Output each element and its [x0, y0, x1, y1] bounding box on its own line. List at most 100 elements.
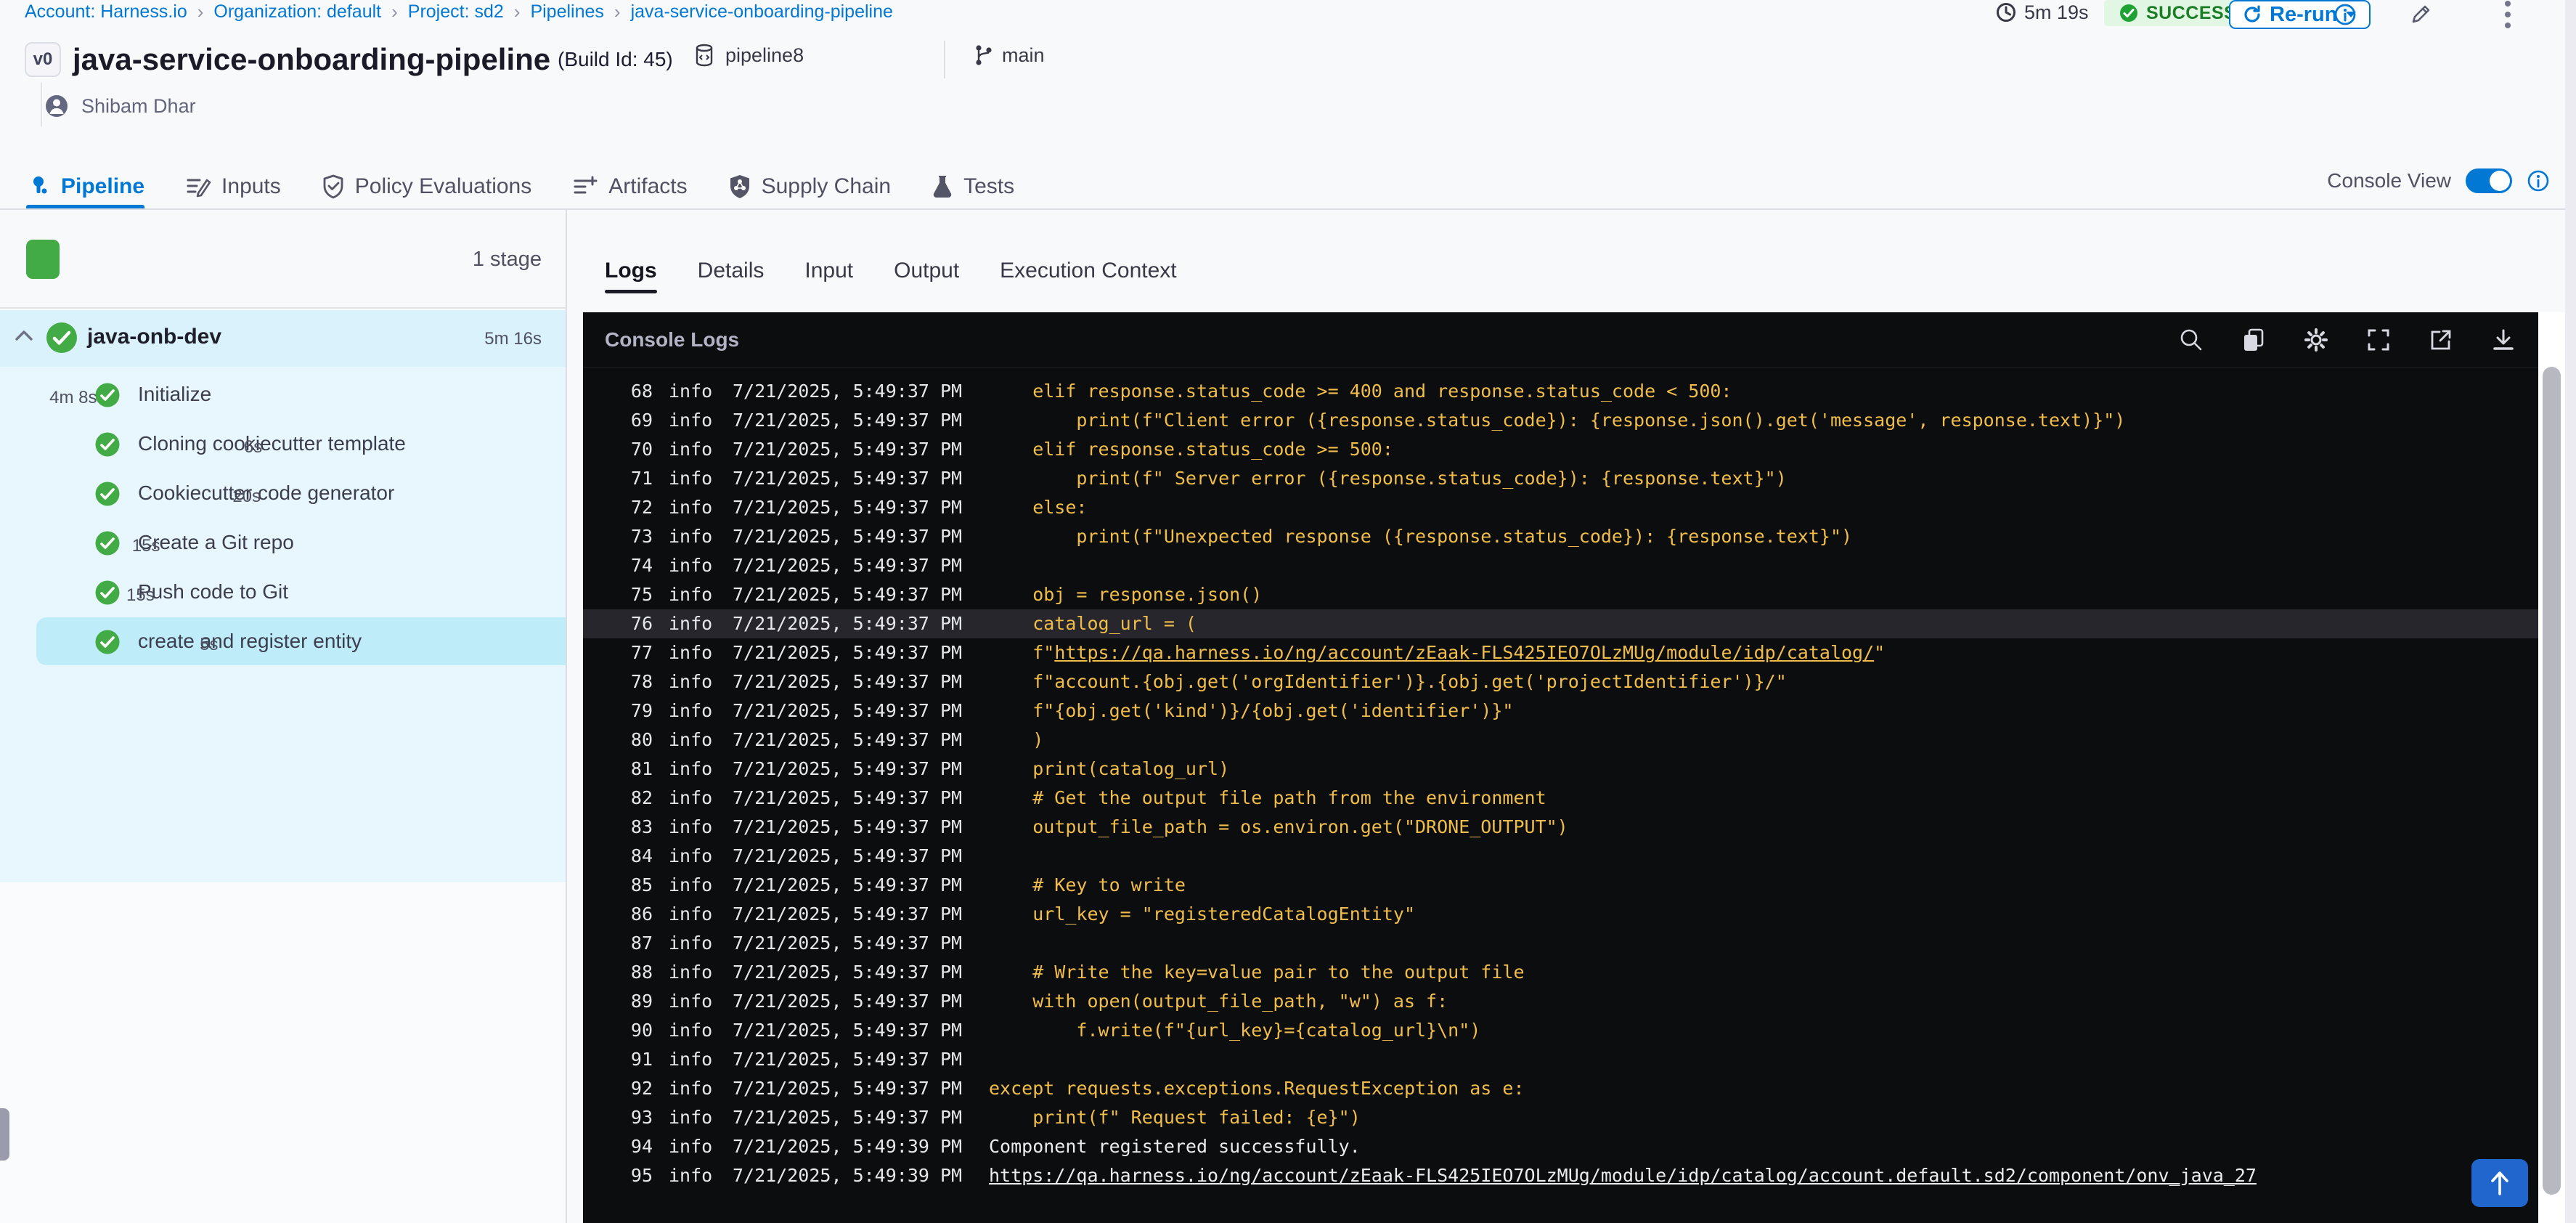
- step-name: Cloning cookiecutter template: [138, 432, 406, 455]
- log-level: info: [669, 729, 713, 750]
- log-line-number: 74: [630, 555, 653, 576]
- log-timestamp: 7/21/2025, 5:49:39 PM: [733, 1165, 963, 1186]
- log-timestamp: 7/21/2025, 5:49:37 PM: [733, 584, 963, 605]
- tab-label: Details: [697, 259, 765, 283]
- log-line-number: 89: [630, 991, 653, 1012]
- info-icon[interactable]: [2527, 169, 2550, 192]
- console-scrollbar-thumb[interactable]: [2543, 367, 2561, 1195]
- step-row-push-code-to-git[interactable]: Push code to Git15s: [0, 567, 566, 617]
- breadcrumb-item-pipelines[interactable]: Pipelines: [530, 1, 603, 23]
- log-line-95: 95 info 7/21/2025, 5:49:39 PM https://qa.ha…: [583, 1161, 2538, 1190]
- console-view-toggle[interactable]: [2466, 168, 2512, 193]
- log-line-77: 77 info 7/21/2025, 5:49:37 PM f"https://qa…: [583, 638, 2538, 667]
- branch-ref[interactable]: main: [973, 44, 1045, 67]
- step-row-create-a-git-repo[interactable]: Create a Git repo15s: [0, 518, 566, 567]
- log-level: info: [669, 497, 713, 518]
- step-row-cloning-cookiecutter-template[interactable]: Cloning cookiecutter template6s: [0, 419, 566, 468]
- log-line-number: 68: [630, 381, 653, 402]
- stage-count-label: 1 stage: [472, 248, 542, 271]
- log-line-93: 93 info 7/21/2025, 5:49:37 PM print(f" Req…: [583, 1103, 2538, 1132]
- rerun-label: Re-run: [2270, 2, 2338, 26]
- breadcrumb-item-java-service-onboarding-pipeline[interactable]: java-service-onboarding-pipeline: [631, 1, 893, 23]
- log-line-91: 91 info 7/21/2025, 5:49:37 PM: [583, 1045, 2538, 1074]
- log-timestamp: 7/21/2025, 5:49:37 PM: [733, 526, 963, 547]
- log-level: info: [669, 700, 713, 721]
- kebab-menu-icon[interactable]: [2495, 1, 2521, 28]
- stage-status-square: [26, 240, 60, 279]
- log-message: f"account.{obj.get('orgIdentifier')}.{ob…: [989, 671, 1787, 692]
- arrow-up-icon: [2491, 1171, 2508, 1195]
- tab-inputs[interactable]: Inputs: [185, 166, 281, 208]
- info-icon[interactable]: [2332, 1, 2358, 28]
- log-timestamp: 7/21/2025, 5:49:37 PM: [733, 613, 963, 634]
- edit-pencil-icon[interactable]: [2408, 1, 2434, 28]
- log-message: Component registered successfully.: [989, 1136, 1361, 1157]
- log-line-number: 86: [630, 903, 653, 925]
- log-message: elif response.status_code >= 400 and res…: [989, 381, 1732, 402]
- log-line-76: 76 info 7/21/2025, 5:49:37 PM catalog_url …: [583, 609, 2538, 638]
- tab-input[interactable]: Input: [804, 248, 853, 293]
- scroll-to-top-button[interactable]: [2471, 1159, 2528, 1207]
- tab-execution-context[interactable]: Execution Context: [1000, 248, 1176, 293]
- log-timestamp: 7/21/2025, 5:49:37 PM: [733, 874, 963, 895]
- copy-icon[interactable]: [2239, 325, 2268, 354]
- tab-logs[interactable]: Logs: [605, 248, 657, 293]
- log-line-79: 79 info 7/21/2025, 5:49:37 PM f"{obj.get('…: [583, 696, 2538, 726]
- log-line-70: 70 info 7/21/2025, 5:49:37 PM elif respons…: [583, 435, 2538, 464]
- step-row-cookiecutter-code-generator[interactable]: Cookiecutter code generator20s: [0, 468, 566, 518]
- log-link[interactable]: https://qa.harness.io/ng/account/zEaak-F…: [989, 1165, 2257, 1186]
- git-branch-icon: [973, 44, 993, 67]
- tab-details[interactable]: Details: [698, 248, 765, 293]
- log-message: else:: [989, 497, 1088, 518]
- success-check-icon: [94, 382, 121, 408]
- log-line-number: 82: [630, 787, 653, 808]
- log-line-number: 87: [630, 933, 653, 954]
- tab-tests[interactable]: Tests: [932, 166, 1014, 208]
- log-timestamp: 7/21/2025, 5:49:37 PM: [733, 410, 963, 431]
- page-scrollbar[interactable]: [2565, 0, 2576, 1223]
- breadcrumb-item-account-harness-io[interactable]: Account: Harness.io: [25, 1, 187, 23]
- fullscreen-icon[interactable]: [2364, 325, 2393, 354]
- collapsed-panel-handle[interactable]: [0, 1108, 9, 1161]
- console-toolbar: [2177, 325, 2518, 354]
- log-level: info: [669, 526, 713, 547]
- settings-icon[interactable]: [2302, 325, 2331, 354]
- tab-output[interactable]: Output: [894, 248, 959, 293]
- run-duration-label: 5m 19s: [2024, 1, 2089, 23]
- stage-row-java-onb-dev[interactable]: java-onb-dev 5m 16s: [0, 310, 566, 367]
- breadcrumb-item-project-sd2[interactable]: Project: sd2: [408, 1, 504, 23]
- log-timestamp: 7/21/2025, 5:49:37 PM: [733, 729, 963, 750]
- search-icon[interactable]: [2177, 325, 2206, 354]
- tab-artifacts[interactable]: Artifacts: [572, 166, 688, 208]
- log-line-81: 81 info 7/21/2025, 5:49:37 PM print(catalo…: [583, 755, 2538, 784]
- open-in-new-icon[interactable]: [2426, 325, 2455, 354]
- chevron-up-icon[interactable]: [15, 329, 33, 342]
- log-level: info: [669, 613, 713, 634]
- tab-label: Artifacts: [608, 174, 688, 198]
- stage-header: 1 stage: [0, 210, 566, 309]
- pipeline-ref[interactable]: pipeline8: [693, 44, 804, 67]
- step-duration: 20s: [232, 487, 261, 506]
- log-line-number: 91: [630, 1049, 653, 1070]
- log-level: info: [669, 1107, 713, 1128]
- download-icon[interactable]: [2489, 325, 2518, 354]
- step-row-initialize[interactable]: Initialize 4m 8s: [0, 370, 566, 419]
- console-header: Console Logs: [583, 312, 2538, 367]
- tab-policy-evaluations[interactable]: Policy Evaluations: [322, 166, 531, 208]
- log-message: elif response.status_code >= 500:: [989, 439, 1393, 460]
- breadcrumb-item-organization-default[interactable]: Organization: default: [213, 1, 381, 23]
- log-line-92: 92 info 7/21/2025, 5:49:37 PM except reques…: [583, 1074, 2538, 1103]
- tab-pipeline[interactable]: Pipeline: [26, 166, 145, 208]
- step-row-create-and-register-entity[interactable]: create and register entity5s: [0, 617, 566, 666]
- log-message: print(f"Client error ({response.status_c…: [989, 410, 2126, 431]
- log-timestamp: 7/21/2025, 5:49:37 PM: [733, 381, 963, 402]
- step-duration: 6s: [243, 437, 263, 457]
- tab-supply-chain[interactable]: Supply Chain: [728, 166, 891, 208]
- log-link[interactable]: https://qa.harness.io/ng/account/zEaak-F…: [1054, 642, 1874, 663]
- step-duration: 5s: [200, 635, 219, 654]
- log-line-75: 75 info 7/21/2025, 5:49:37 PM obj = respon…: [583, 580, 2538, 609]
- chevron-right-icon: ›: [513, 0, 521, 23]
- log-timestamp: 7/21/2025, 5:49:37 PM: [733, 758, 963, 779]
- version-badge[interactable]: v0: [25, 42, 61, 77]
- chevron-right-icon: ›: [391, 0, 398, 23]
